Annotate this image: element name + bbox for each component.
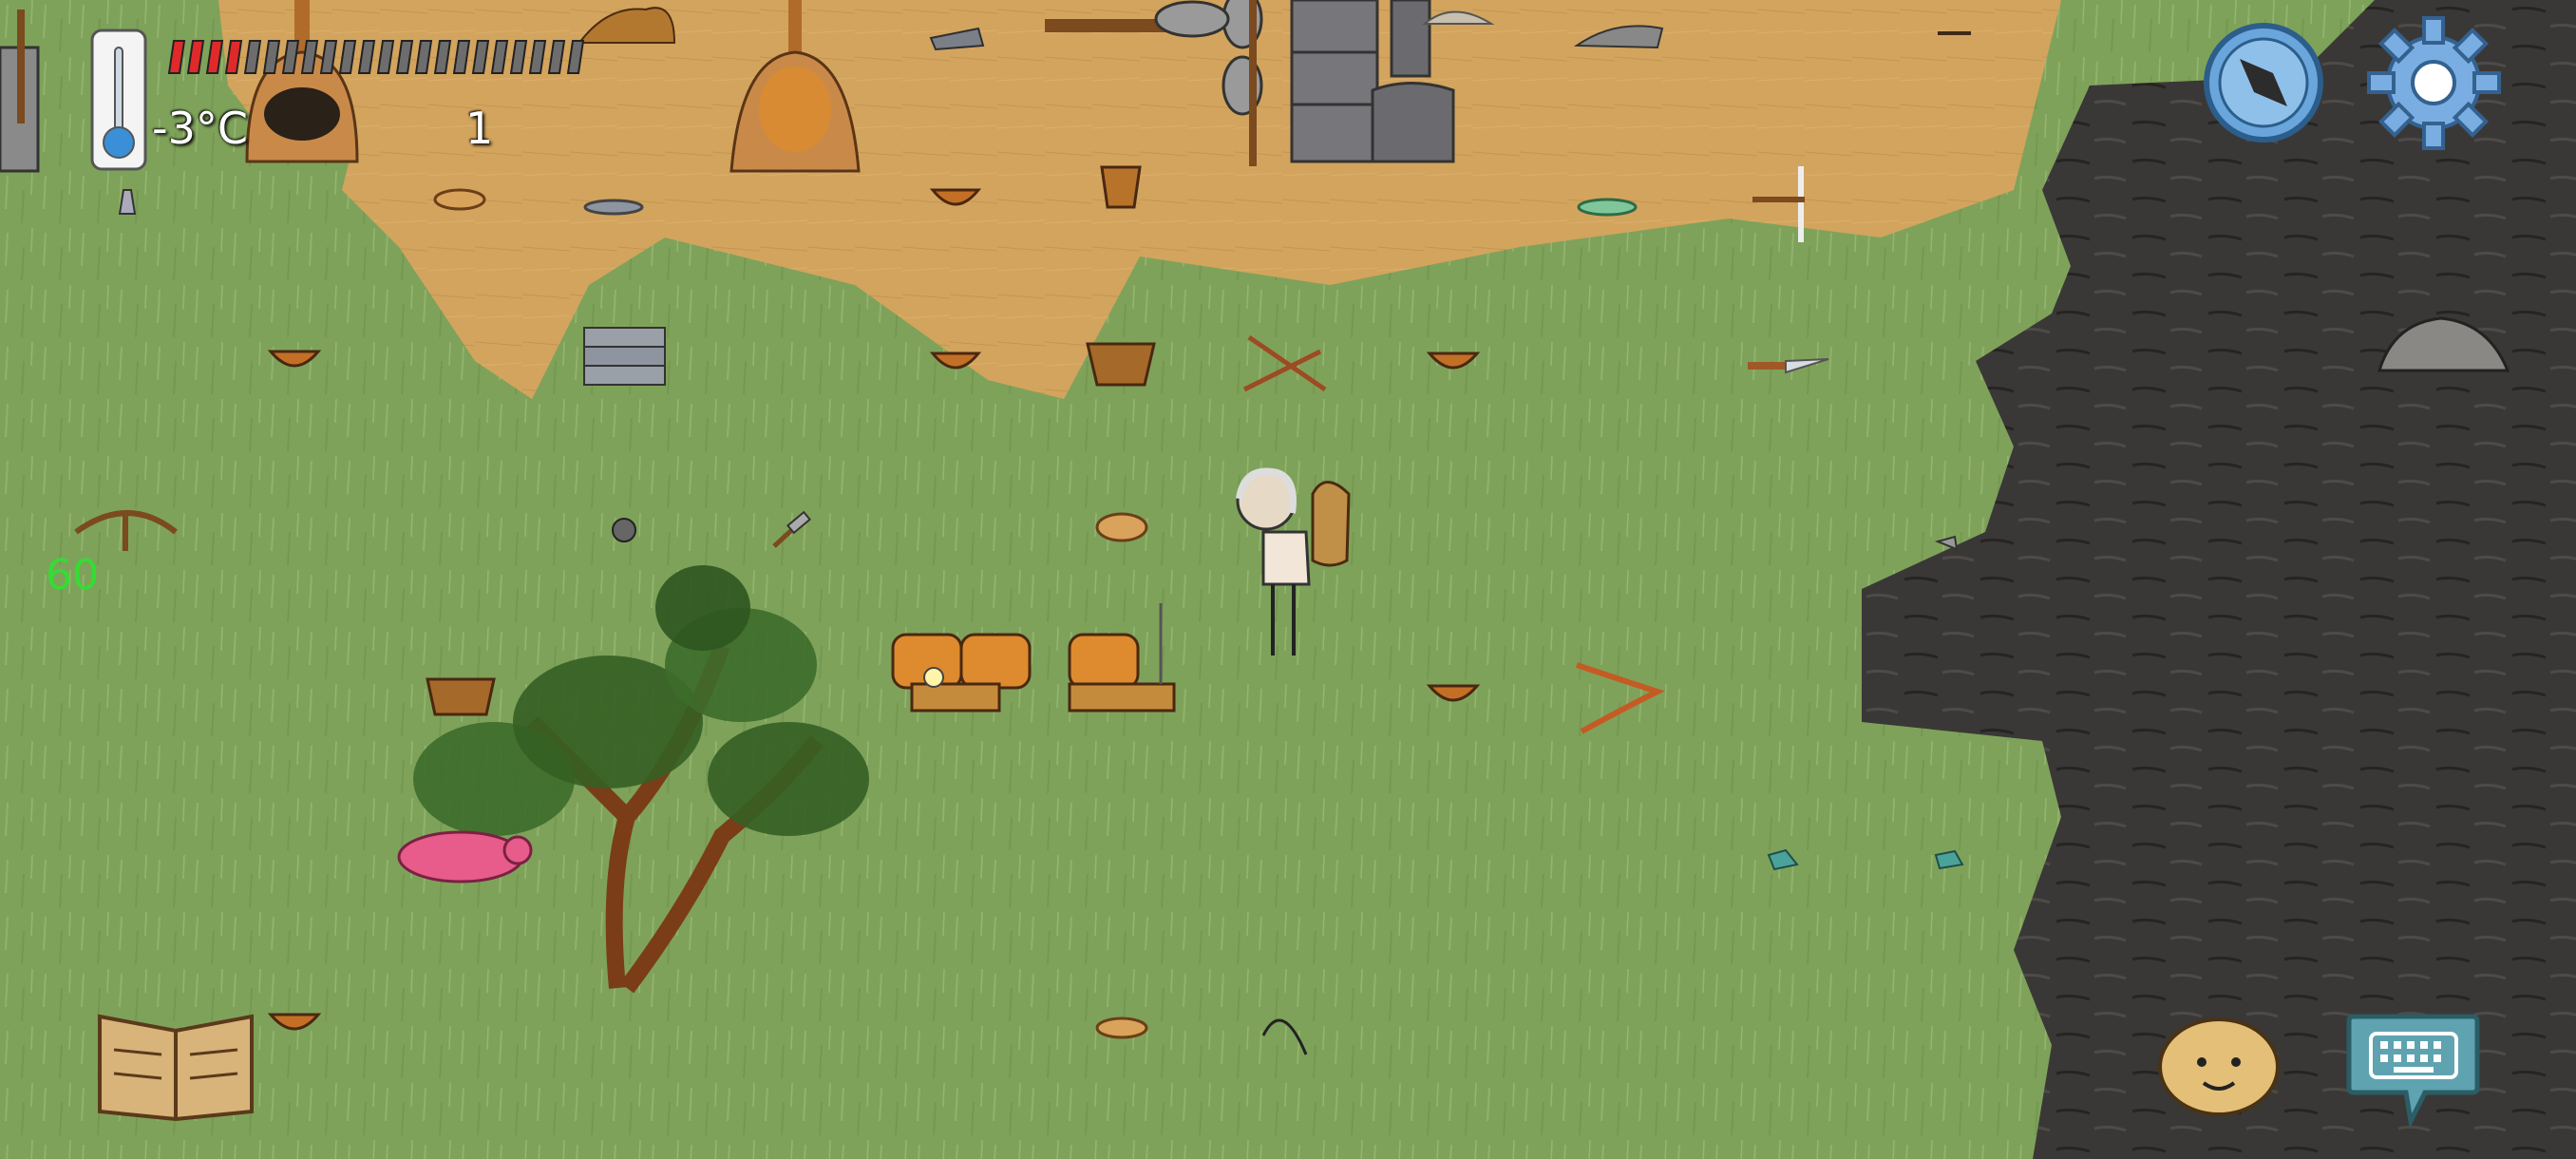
- chat-button[interactable]: [2344, 1007, 2482, 1130]
- keyboard-icon: [2346, 1014, 2480, 1129]
- gear-icon: [2367, 16, 2501, 150]
- food-pip-empty: [433, 40, 452, 74]
- counter-label: 1: [465, 103, 494, 154]
- tech-tree-button[interactable]: [95, 988, 256, 1122]
- food-pip-empty: [490, 40, 509, 74]
- food-pip-empty: [395, 40, 414, 74]
- fps-counter: 60: [46, 551, 99, 599]
- food-pip-filled: [205, 40, 224, 74]
- rope-coil: [1095, 1016, 1148, 1039]
- game-world[interactable]: [0, 0, 2576, 1159]
- wicker-basket: [1086, 342, 1156, 387]
- bucket: [1100, 165, 1142, 209]
- food-pip-empty: [452, 40, 471, 74]
- wooden-bowl: [433, 188, 486, 211]
- round-stone: [612, 518, 636, 542]
- flask: [118, 189, 137, 215]
- food-pip-empty: [281, 40, 300, 74]
- book-icon: [98, 1014, 254, 1122]
- rope-coil: [1095, 512, 1148, 542]
- food-pip-empty: [547, 40, 566, 74]
- food-pip-empty: [376, 40, 395, 74]
- food-pip-empty: [338, 40, 357, 74]
- food-meter: [161, 38, 598, 80]
- compass-icon: [2204, 23, 2323, 142]
- smiley-face-icon: [2158, 1017, 2280, 1116]
- food-pip-empty: [509, 40, 528, 74]
- thermometer-icon: [90, 28, 147, 171]
- food-pip-empty: [357, 40, 376, 74]
- food-pip-filled: [167, 40, 186, 74]
- food-pip-empty: [471, 40, 490, 74]
- temperature-widget: [90, 28, 147, 171]
- basket: [426, 677, 496, 716]
- compass-button[interactable]: [2202, 21, 2325, 144]
- food-meter-bar: [167, 40, 585, 74]
- food-pip-empty: [414, 40, 433, 74]
- green-dish: [1577, 198, 1638, 217]
- emote-button[interactable]: [2156, 1015, 2282, 1119]
- food-pip-empty: [243, 40, 262, 74]
- stone-bowl: [583, 199, 644, 216]
- stone-slab-stack: [583, 327, 666, 386]
- food-pip-empty: [300, 40, 319, 74]
- food-pip-empty: [528, 40, 547, 74]
- food-pip-filled: [186, 40, 205, 74]
- food-pip-filled: [224, 40, 243, 74]
- food-pip-empty: [319, 40, 338, 74]
- food-pip-empty: [566, 40, 585, 74]
- temperature-value: -3°C: [152, 103, 248, 154]
- food-pip-empty: [262, 40, 281, 74]
- settings-button[interactable]: [2365, 14, 2503, 152]
